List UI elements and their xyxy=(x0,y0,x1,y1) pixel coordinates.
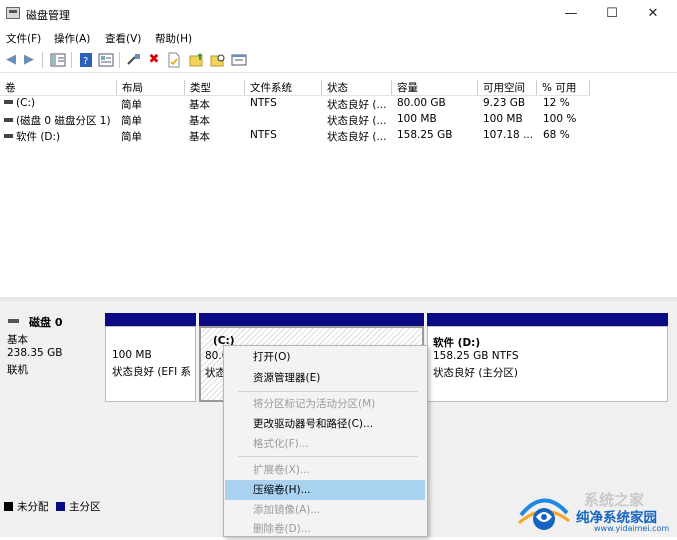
partition-d-bar xyxy=(427,313,668,326)
free-space-cell: 107.18 ... xyxy=(483,129,534,141)
volume-icon xyxy=(4,100,13,104)
free-space-cell: 9.23 GB xyxy=(483,97,526,109)
watermark-logo-icon xyxy=(517,493,571,537)
column-header-capacity[interactable]: 容量 xyxy=(392,80,478,95)
menu-item-extend-volume[interactable]: 扩展卷(X)... xyxy=(253,461,310,479)
partition-d-name: 软件 (D:) xyxy=(433,337,481,349)
menu-item-open[interactable]: 打开(O) xyxy=(253,348,290,366)
volume-name: 软件 (D:) xyxy=(16,131,61,143)
percent-free-cell: 68 % xyxy=(543,129,570,141)
status-cell: 状态良好 (... xyxy=(327,131,387,143)
context-menu-separator xyxy=(238,456,418,457)
menu-item-add-mirror[interactable]: 添加镜像(A)... xyxy=(253,501,320,519)
toolbar-separator xyxy=(71,52,72,68)
disk-name: 磁盘 0 xyxy=(29,316,63,329)
volume-icon xyxy=(4,118,13,122)
status-cell: 状态良好 (... xyxy=(327,99,387,111)
menu-file[interactable]: 文件(F) xyxy=(6,31,41,46)
capacity-cell: 80.00 GB xyxy=(397,97,446,109)
layout-cell: 简单 xyxy=(121,99,142,111)
status-cell: 状态良好 (... xyxy=(327,115,387,127)
menu-item-delete-volume[interactable]: 删除卷(D)... xyxy=(253,520,311,538)
minimize-button[interactable]: — xyxy=(551,4,591,24)
menu-bar xyxy=(0,28,677,48)
properties-icon[interactable] xyxy=(98,52,114,68)
help-icon[interactable]: ? xyxy=(78,52,94,68)
toolbar-separator xyxy=(42,52,43,68)
volume-name-cell: (C:) xyxy=(4,97,116,112)
close-button[interactable]: ✕ xyxy=(633,4,673,24)
legend-primary: 主分区 xyxy=(69,501,101,513)
disk-size: 238.35 GB xyxy=(7,347,63,359)
console-tree-icon[interactable] xyxy=(50,52,66,68)
partition-efi-size: 100 MB xyxy=(112,349,152,361)
column-header-percent-free[interactable]: % 可用 xyxy=(537,80,590,95)
volume-name-cell: (磁盘 0 磁盘分区 1) xyxy=(4,113,116,128)
capacity-cell: 158.25 GB xyxy=(397,129,453,141)
folder-up-icon[interactable] xyxy=(189,52,205,68)
menu-help[interactable]: 帮助(H) xyxy=(155,31,192,46)
column-header-volume[interactable]: 卷 xyxy=(0,80,117,95)
menu-item-explorer[interactable]: 资源管理器(E) xyxy=(253,369,320,387)
free-space-cell: 100 MB xyxy=(483,113,523,125)
partition-d-status: 状态良好 (主分区) xyxy=(433,367,519,379)
toolbar-separator xyxy=(119,52,120,68)
disk-icon xyxy=(8,319,19,323)
percent-free-cell: 12 % xyxy=(543,97,570,109)
window-title: 磁盘管理 xyxy=(26,9,70,22)
svg-text:?: ? xyxy=(83,56,88,67)
type-cell: 基本 xyxy=(189,99,210,111)
volume-name: (磁盘 0 磁盘分区 1) xyxy=(16,115,111,127)
watermark-text-main: 纯净系统家园 xyxy=(576,510,657,526)
legend-unallocated: 未分配 xyxy=(17,501,49,513)
disk-management-app-icon xyxy=(6,7,20,19)
filesystem-cell: NTFS xyxy=(250,97,277,109)
maximize-button[interactable]: ☐ xyxy=(592,4,632,24)
column-header-status[interactable]: 状态 xyxy=(322,80,392,95)
menu-item-change-drive-letter[interactable]: 更改驱动器号和路径(C)... xyxy=(253,415,373,433)
menu-view[interactable]: 查看(V) xyxy=(105,31,141,46)
menu-item-format[interactable]: 格式化(F)... xyxy=(253,435,309,453)
column-header-type[interactable]: 类型 xyxy=(185,80,245,95)
partition-efi-status: 状态良好 (EFI 系 xyxy=(112,366,192,378)
layout-cell: 简单 xyxy=(121,131,142,143)
volume-name-cell: 软件 (D:) xyxy=(4,129,116,144)
window-icon[interactable] xyxy=(231,52,247,68)
watermark-url: www.yidaimei.com xyxy=(594,524,670,533)
capacity-cell: 100 MB xyxy=(397,113,437,125)
context-menu-separator xyxy=(238,391,418,392)
percent-free-cell: 100 % xyxy=(543,113,577,125)
menu-action[interactable]: 操作(A) xyxy=(54,31,90,46)
menu-item-mark-active[interactable]: 将分区标记为活动分区(M) xyxy=(253,395,375,413)
disk-status: 联机 xyxy=(7,364,28,376)
unallocated-swatch xyxy=(4,502,13,511)
connect-icon[interactable] xyxy=(126,52,142,68)
volume-icon xyxy=(4,134,13,138)
primary-swatch xyxy=(56,502,65,511)
type-cell: 基本 xyxy=(189,131,210,143)
delete-icon[interactable]: ✖ xyxy=(146,52,162,68)
column-header-filesystem[interactable]: 文件系统 xyxy=(245,80,322,95)
disk-type: 基本 xyxy=(7,334,28,346)
partition-d-size: 158.25 GB NTFS xyxy=(433,350,519,362)
partition-c-bar xyxy=(199,313,424,326)
menu-item-shrink-volume[interactable]: 压缩卷(H)... xyxy=(253,481,311,499)
volume-name: (C:) xyxy=(16,97,36,109)
type-cell: 基本 xyxy=(189,115,210,127)
column-header-free-space[interactable]: 可用空间 xyxy=(478,80,537,95)
back-arrow-icon[interactable]: ◀ xyxy=(3,52,19,68)
filesystem-cell: NTFS xyxy=(250,129,277,141)
layout-cell: 简单 xyxy=(121,115,142,127)
doc-icon[interactable] xyxy=(166,52,182,68)
forward-arrow-icon[interactable]: ▶ xyxy=(21,52,37,68)
folder-search-icon[interactable] xyxy=(210,52,226,68)
partition-efi-bar xyxy=(105,313,196,326)
column-header-layout[interactable]: 布局 xyxy=(117,80,185,95)
